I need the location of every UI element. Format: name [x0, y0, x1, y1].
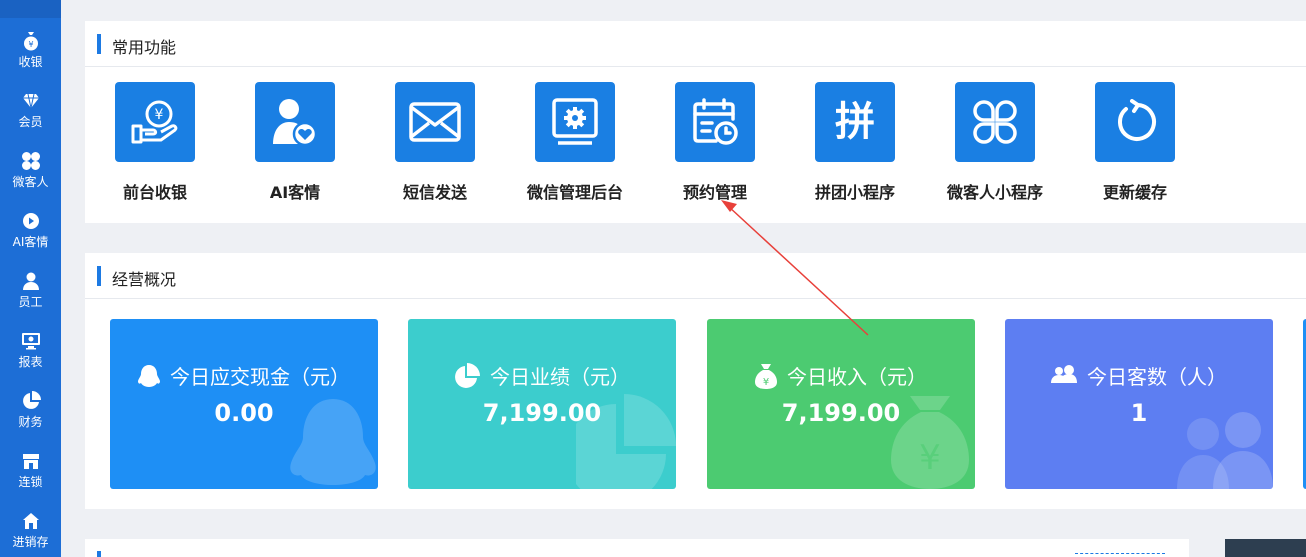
monitor-gear-icon — [552, 98, 598, 145]
envelope-icon — [409, 102, 461, 142]
sidebar-item-cashier[interactable]: ¥ 收银 — [0, 18, 61, 74]
stat-title: 今日应交现金（元） — [110, 361, 378, 390]
money-bag-icon: ¥ — [21, 31, 41, 51]
stat-title: 今日客数（人） — [1005, 361, 1273, 390]
monitor-icon — [21, 331, 41, 351]
function-wechat-admin[interactable]: 微信管理后台 — [515, 82, 635, 203]
sidebar-item-member[interactable]: 会员 — [0, 78, 61, 134]
function-group-buy-miniapp[interactable]: 拼 拼团小程序 — [795, 82, 915, 203]
sidebar-item-wechat-guest[interactable]: 微客人 — [0, 138, 61, 194]
function-tile[interactable] — [535, 82, 615, 162]
sidebar-item-label: 会员 — [18, 115, 43, 129]
function-label: 短信发送 — [402, 183, 467, 202]
function-ai-relation[interactable]: AI客情 — [235, 82, 355, 203]
pie-icon — [21, 391, 41, 411]
title-accent-bar — [97, 551, 101, 557]
function-tile[interactable]: ¥ — [115, 82, 195, 162]
sidebar-item-inventory[interactable]: 进销存 — [0, 498, 61, 554]
money-bag-icon: ¥ — [755, 363, 777, 389]
function-label: 前台收银 — [122, 183, 187, 202]
sidebar: ¥ 收银 会员 微客人 AI客情 员工 报表 财务 连锁 进销存 — [0, 0, 61, 557]
user-icon — [21, 271, 41, 291]
panel-title: 常用功能 — [112, 38, 177, 57]
function-tile[interactable] — [255, 82, 335, 162]
common-functions-panel: 常用功能 ¥ 前台收银 AI客情 短信发送 微信管理后台 预约管理 拼 拼团小程… — [85, 21, 1306, 223]
bottom-panel — [85, 539, 1189, 557]
svg-text:¥: ¥ — [763, 377, 769, 388]
stat-value: 1 — [1130, 399, 1148, 427]
sidebar-item-label: 报表 — [18, 355, 43, 369]
panel-title: 经营概况 — [112, 270, 177, 289]
function-label: 微客人小程序 — [946, 183, 1043, 202]
panel-header: 经营概况 — [85, 253, 1306, 299]
stat-value: 0.00 — [214, 399, 274, 427]
clover-icon — [21, 151, 41, 171]
stat-title-text: 今日应交现金（元） — [170, 365, 350, 389]
calendar-clock-icon — [693, 98, 738, 145]
title-accent-bar — [97, 266, 101, 286]
home-icon — [21, 511, 41, 531]
svg-text:¥: ¥ — [28, 40, 33, 49]
sidebar-item-label: 员工 — [18, 295, 43, 309]
store-icon — [21, 451, 41, 471]
sidebar-item-ai-relation[interactable]: AI客情 — [0, 198, 61, 254]
clover-outline-icon — [973, 100, 1017, 144]
function-label: 拼团小程序 — [814, 183, 895, 202]
function-label: AI客情 — [269, 183, 321, 202]
sidebar-item-finance[interactable]: 财务 — [0, 378, 61, 434]
function-refresh-cache[interactable]: 更新缓存 — [1075, 82, 1195, 203]
play-icon — [21, 211, 41, 231]
pie-chart-icon — [455, 362, 480, 388]
function-tile[interactable] — [675, 82, 755, 162]
business-overview-panel: 经营概况 今日应交现金（元） 0.00 今日业绩（元） 7,199.00 ¥ ¥… — [85, 253, 1306, 509]
function-label: 预约管理 — [682, 183, 747, 202]
stat-title: 今日业绩（元） — [408, 361, 676, 390]
title-accent-bar — [97, 34, 101, 54]
function-tile[interactable]: 拼 — [815, 82, 895, 162]
sidebar-item-label: AI客情 — [12, 235, 49, 249]
function-label: 微信管理后台 — [526, 183, 623, 202]
function-tile[interactable] — [955, 82, 1035, 162]
pin-character-icon: 拼 — [835, 99, 875, 145]
users-icon — [1051, 364, 1077, 383]
sidebar-item-label: 收银 — [18, 55, 43, 69]
user-heart-icon — [273, 99, 318, 147]
sidebar-item-label: 连锁 — [18, 475, 43, 489]
stat-title-text: 今日客数（人） — [1087, 365, 1227, 389]
stat-title-text: 今日业绩（元） — [490, 365, 630, 389]
stat-card-customers[interactable]: 今日客数（人） 1 — [1005, 319, 1273, 489]
stat-title: ¥ 今日收入（元） — [707, 361, 975, 390]
function-front-cashier[interactable]: ¥ 前台收银 — [95, 82, 215, 203]
sidebar-item-label: 财务 — [18, 415, 43, 429]
sidebar-item-chain[interactable]: 连锁 — [0, 438, 61, 494]
cash-hand-icon: ¥ — [131, 100, 178, 144]
function-tile[interactable] — [395, 82, 475, 162]
svg-text:¥: ¥ — [155, 107, 164, 123]
function-tile[interactable] — [1095, 82, 1175, 162]
stat-value: 7,199.00 — [482, 399, 602, 427]
stat-card-performance[interactable]: 今日业绩（元） 7,199.00 — [408, 319, 676, 489]
sidebar-item-label: 微客人 — [12, 175, 49, 189]
sidebar-item-reports[interactable]: 报表 — [0, 318, 61, 374]
stat-card-cash-due[interactable]: 今日应交现金（元） 0.00 — [110, 319, 378, 489]
function-grid: ¥ 前台收银 AI客情 短信发送 微信管理后台 预约管理 拼 拼团小程序 微客人… — [85, 67, 1306, 223]
function-guest-miniapp[interactable]: 微客人小程序 — [935, 82, 1055, 203]
sidebar-item-label: 进销存 — [12, 535, 49, 549]
stat-value: 7,199.00 — [781, 399, 901, 427]
svg-text:¥: ¥ — [919, 438, 941, 478]
sidebar-top — [0, 0, 61, 18]
penguin-icon — [138, 364, 160, 387]
function-appointment[interactable]: 预约管理 — [655, 82, 775, 203]
stat-cards-row: 今日应交现金（元） 0.00 今日业绩（元） 7,199.00 ¥ ¥ 今日收入… — [85, 299, 1306, 509]
stat-card-income[interactable]: ¥ ¥ 今日收入（元） 7,199.00 — [707, 319, 975, 489]
stat-title-text: 今日收入（元） — [787, 365, 927, 389]
sidebar-item-staff[interactable]: 员工 — [0, 258, 61, 314]
diamond-icon — [21, 91, 41, 111]
refresh-icon — [1118, 99, 1156, 141]
panel-header: 常用功能 — [85, 21, 1306, 67]
function-sms-send[interactable]: 短信发送 — [375, 82, 495, 203]
bottom-dark-panel — [1225, 539, 1306, 557]
bottom-link[interactable] — [1075, 553, 1165, 555]
function-label: 更新缓存 — [1102, 183, 1167, 202]
